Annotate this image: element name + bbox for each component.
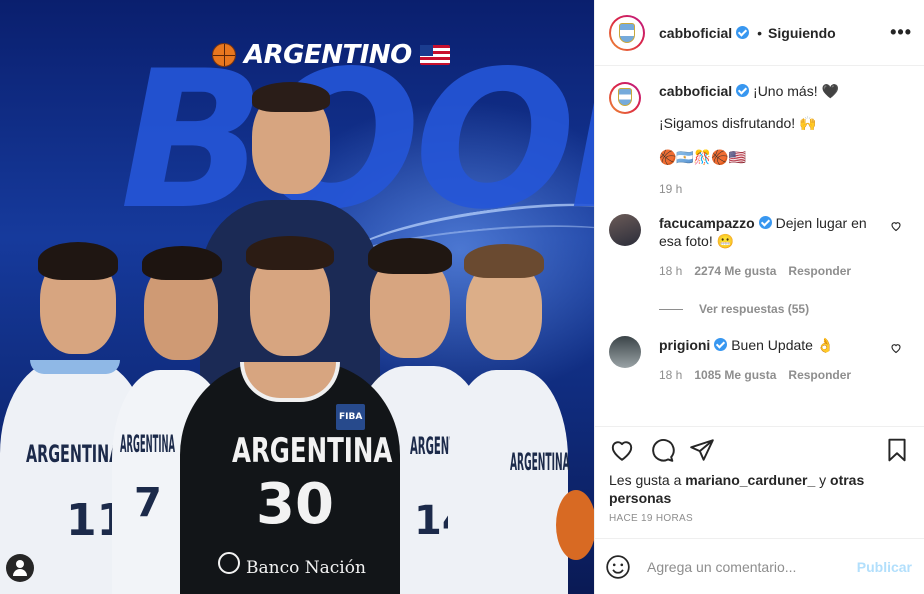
likes-user-link[interactable]: mariano_carduner_	[685, 472, 815, 488]
likes-summary: Les gusta a mariano_carduner_ y otras pe…	[609, 471, 910, 507]
likes-prefix: Les gusta a	[609, 472, 682, 488]
sponsor-text: Banco Nación	[246, 558, 366, 578]
caption-crest-icon	[618, 88, 632, 106]
commenter-username[interactable]: prigioni	[659, 337, 710, 353]
save-bookmark-icon[interactable]	[884, 437, 910, 463]
publish-button[interactable]: Publicar	[857, 559, 912, 575]
caption-row: cabboficial ¡Uno más! 🖤 ¡Sigamos disfrut…	[609, 82, 908, 196]
caption-line-1: ¡Uno más! 🖤	[753, 83, 839, 99]
post-actions: Les gusta a mariano_carduner_ y otras pe…	[595, 426, 924, 538]
share-send-icon[interactable]	[689, 437, 715, 463]
brand-logo: ARGENTINO	[212, 40, 450, 70]
view-replies-text[interactable]: Ver respuestas (55)	[699, 302, 809, 316]
comment-text: Buen Update 👌	[731, 337, 835, 353]
brand-text: ARGENTINO	[244, 40, 412, 70]
view-replies-button[interactable]: Ver respuestas (55)	[659, 302, 908, 316]
basketball-icon	[212, 43, 236, 67]
commenter-avatar[interactable]	[609, 214, 641, 246]
comment-input[interactable]: Agrega un comentario...	[647, 559, 796, 575]
post-timestamp[interactable]: HACE 19 HORAS	[609, 513, 910, 524]
bank-logo-icon	[218, 552, 240, 574]
comment-like-heart-icon[interactable]	[890, 342, 902, 354]
us-flag-icon	[419, 45, 450, 65]
caption-time-text: 19 h	[659, 182, 683, 196]
likes-and: y	[819, 472, 827, 488]
verified-badge-icon	[736, 26, 750, 39]
replies-line	[659, 308, 683, 310]
comment-row: facucampazzo Dejen lugar en esa foto! 😬 …	[609, 214, 908, 278]
comment-like-heart-icon[interactable]	[890, 220, 902, 232]
player-30-figure: ARGENTINA 30 FIBA Banco Nación	[180, 236, 400, 594]
caption-username[interactable]: cabboficial	[659, 83, 732, 99]
jersey-text-30: ARGENTINA	[232, 431, 393, 471]
comment-time[interactable]: 18 h	[659, 264, 682, 278]
commenter-verified-icon	[714, 338, 728, 351]
comments-section[interactable]: cabboficial ¡Uno más! 🖤 ¡Sigamos disfrut…	[595, 66, 924, 426]
commenter-username[interactable]: facucampazzo	[659, 215, 755, 231]
follow-status-button[interactable]: Siguiendo	[768, 25, 836, 41]
fiba-badge: FIBA	[336, 404, 366, 430]
header-separator: •	[757, 24, 763, 41]
comment-likes[interactable]: 2274 Me gusta	[694, 264, 776, 278]
reply-button[interactable]: Responder	[788, 264, 851, 278]
author-username[interactable]: cabboficial	[659, 25, 732, 41]
caption-avatar[interactable]	[609, 82, 641, 114]
like-heart-icon[interactable]	[609, 437, 635, 463]
add-comment-bar: Agrega un comentario... Publicar	[595, 538, 924, 594]
commenter-avatar[interactable]	[609, 336, 641, 368]
comment-likes[interactable]: 1085 Me gusta	[694, 368, 776, 382]
jersey-number-7: 7	[134, 480, 162, 526]
player-right-figure: ARGENTINA	[448, 240, 594, 594]
emoji-smile-icon[interactable]	[605, 554, 631, 580]
jersey-text-11: ARGENTINA	[26, 440, 121, 468]
tagged-users-icon[interactable]	[6, 554, 34, 582]
more-horizontal-icon[interactable]: •••	[890, 22, 912, 43]
caption-time: 19 h	[659, 182, 839, 196]
comment-bubble-icon[interactable]	[649, 437, 675, 463]
comment-time[interactable]: 18 h	[659, 368, 682, 382]
jersey-text-right: ARGENTINA	[510, 448, 570, 476]
commenter-verified-icon	[758, 216, 772, 229]
comment-row: prigioni Buen Update 👌 18 h 1085 Me gust…	[609, 336, 908, 382]
caption-emojis: 🏀🇦🇷🎊🏀🇺🇸	[659, 149, 747, 165]
post-image[interactable]: BOOM ARGENTINO ARGENTINA 11 ARGENTINA	[0, 0, 594, 594]
post-side-panel: cabboficial • Siguiendo ••• cabboficial …	[594, 0, 924, 594]
caption-verified-icon	[736, 84, 750, 97]
author-avatar[interactable]	[609, 14, 645, 51]
cabb-crest-icon	[619, 22, 635, 43]
reply-button[interactable]: Responder	[788, 368, 851, 382]
jersey-number-30: 30	[256, 472, 334, 537]
jersey-text-7: ARGENTINA	[120, 430, 176, 458]
post-header: cabboficial • Siguiendo •••	[595, 0, 924, 66]
caption-line-2: ¡Sigamos disfrutando! 🙌	[659, 115, 817, 131]
